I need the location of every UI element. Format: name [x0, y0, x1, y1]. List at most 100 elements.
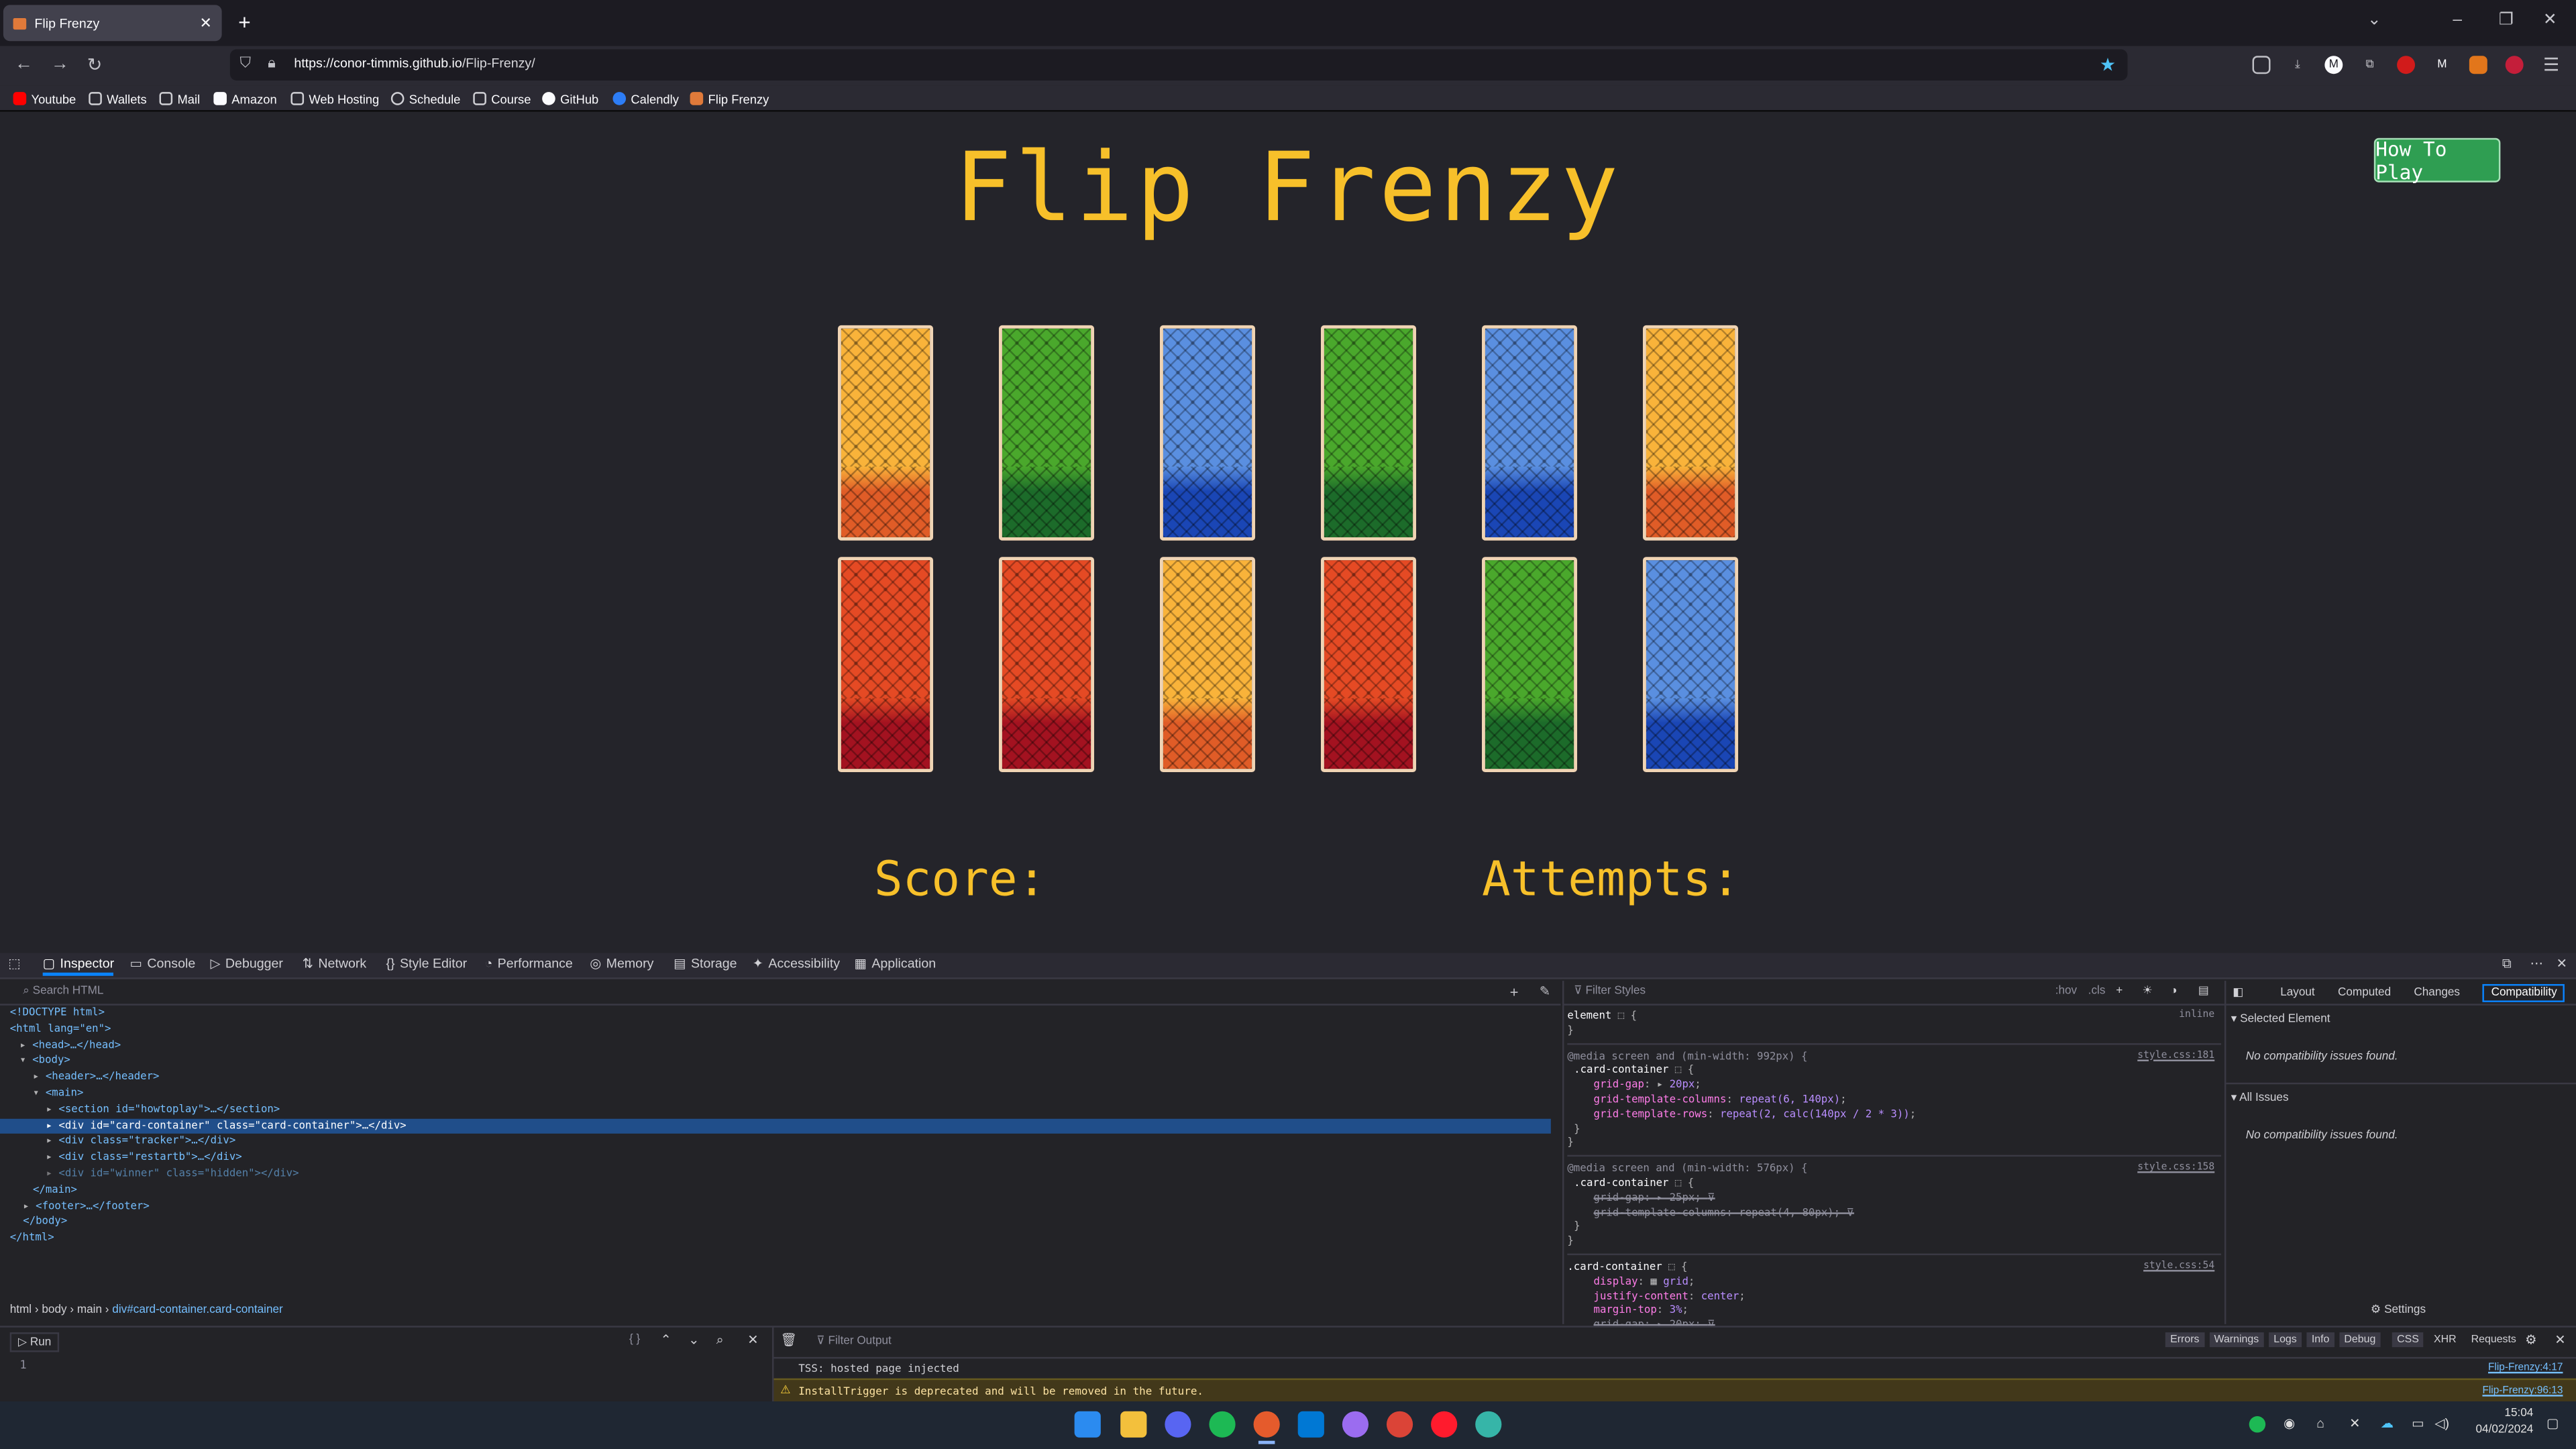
- css-declaration[interactable]: grid-template-columns: repeat(4, 80px); …: [1567, 1205, 2221, 1220]
- firefox-icon[interactable]: [1253, 1411, 1280, 1438]
- bookmark-wallets[interactable]: Wallets: [89, 89, 147, 108]
- settings-link[interactable]: ⚙ Settings: [2371, 1303, 2426, 1316]
- card-blue[interactable]: [1643, 557, 1739, 773]
- card-orange[interactable]: [1159, 557, 1256, 773]
- cls-toggle[interactable]: .cls: [2088, 985, 2106, 1000]
- card-orange[interactable]: [837, 325, 934, 541]
- filter-output-input[interactable]: ⊽ Filter Output: [816, 1334, 892, 1347]
- css-declaration[interactable]: grid-template-columns: repeat(6, 140px);: [1567, 1093, 2221, 1108]
- tab-inspector[interactable]: ▢ Inspector: [42, 956, 115, 976]
- back-icon[interactable]: ←: [15, 54, 33, 74]
- rule-source[interactable]: style.css:54: [2143, 1260, 2214, 1275]
- reload-icon[interactable]: ↻: [87, 54, 103, 75]
- cloud-tray-icon[interactable]: ☁: [2381, 1416, 2394, 1431]
- tab-network[interactable]: ⇅ Network: [303, 956, 367, 971]
- close-devtools-icon[interactable]: ✕: [2557, 956, 2567, 971]
- bookmark-calendly[interactable]: Calendly: [612, 89, 679, 108]
- card-blue[interactable]: [1481, 325, 1578, 541]
- message-source-link[interactable]: Flip-Frenzy:4:17: [2488, 1362, 2563, 1373]
- menu-icon[interactable]: ☰: [2543, 54, 2559, 75]
- filter-errors[interactable]: Errors: [2165, 1332, 2204, 1348]
- tab-style-editor[interactable]: {} Style Editor: [386, 956, 468, 971]
- card-blue[interactable]: [1159, 325, 1256, 541]
- tree-node-selected[interactable]: ▸ <div id="card-container" class="card-c…: [0, 1118, 1551, 1134]
- close-split-console-icon[interactable]: ✕: [2555, 1332, 2565, 1347]
- filter-styles-input[interactable]: ⊽ Filter Styles :hov .cls + ☀ ◑ ▤: [1564, 981, 2224, 1006]
- tree-node[interactable]: ▸ <footer>…</footer>: [10, 1199, 1561, 1215]
- tab-compatibility[interactable]: Compatibility: [2483, 983, 2565, 1002]
- chrome-icon[interactable]: [1386, 1411, 1413, 1438]
- pretty-print-icon[interactable]: { }: [629, 1334, 640, 1346]
- css-declaration[interactable]: grid-template-rows: repeat(2, calc(140px…: [1567, 1107, 2221, 1122]
- clock-date[interactable]: 04/02/2024: [2459, 1424, 2534, 1436]
- print-media-icon[interactable]: ▤: [2198, 985, 2209, 1000]
- breadcrumb-item[interactable]: main: [77, 1305, 102, 1316]
- notifications-icon[interactable]: ▢: [2546, 1416, 2559, 1431]
- bookmark-amazon[interactable]: Amazon: [213, 89, 277, 108]
- card-green[interactable]: [1320, 325, 1417, 541]
- forward-icon[interactable]: →: [51, 54, 69, 74]
- tab-storage[interactable]: ▤ Storage: [674, 956, 737, 971]
- filter-requests[interactable]: Requests: [2466, 1332, 2521, 1347]
- breadcrumb-item[interactable]: html: [10, 1305, 32, 1316]
- clock-time[interactable]: 15:04: [2464, 1408, 2533, 1419]
- css-declaration[interactable]: justify-content: center;: [1567, 1289, 2221, 1303]
- tab-layout[interactable]: Layout: [2280, 987, 2315, 998]
- breadcrumb-item[interactable]: div#card-container.card-container: [112, 1305, 282, 1316]
- search-console-icon[interactable]: ⌕: [716, 1332, 724, 1348]
- card-red[interactable]: [998, 557, 1095, 773]
- volume-tray-icon[interactable]: ◁): [2434, 1416, 2449, 1431]
- eyedropper-icon[interactable]: ✎: [1540, 984, 1550, 999]
- opera-gx-icon[interactable]: [1431, 1411, 1458, 1438]
- card-green[interactable]: [1481, 557, 1578, 773]
- tree-node[interactable]: <html lang="en">: [10, 1022, 1561, 1038]
- url-text[interactable]: https://conor-timmis.github.io/Flip-Fren…: [294, 56, 535, 70]
- filter-info[interactable]: Info: [2306, 1332, 2334, 1348]
- tab-performance[interactable]: ◔ Performance: [484, 956, 572, 971]
- trash-icon[interactable]: 🗑︎: [780, 1332, 797, 1347]
- css-declaration[interactable]: margin-top: 3%;: [1567, 1303, 2221, 1318]
- add-rule-icon[interactable]: +: [2116, 985, 2123, 1000]
- message-source-link[interactable]: Flip-Frenzy:96:13: [2482, 1385, 2563, 1397]
- minimize-icon[interactable]: –: [2453, 11, 2462, 30]
- light-scheme-icon[interactable]: ☀: [2142, 985, 2152, 1000]
- filter-css[interactable]: CSS: [2392, 1332, 2424, 1348]
- css-declaration[interactable]: grid-gap: ▸ 25px; ⊽: [1567, 1191, 2221, 1205]
- bookmark-flip-frenzy[interactable]: Flip Frenzy: [690, 89, 769, 108]
- bookmark-web-hosting[interactable]: Web Hosting: [290, 89, 379, 108]
- file-explorer-icon[interactable]: [1120, 1411, 1147, 1438]
- tree-node[interactable]: </html>: [10, 1231, 1561, 1247]
- toggle-sidebar-icon[interactable]: ◧: [2233, 985, 2243, 999]
- edge-icon[interactable]: [1475, 1411, 1502, 1438]
- extensions-icon[interactable]: ⧉: [2361, 56, 2379, 74]
- card-red[interactable]: [1320, 557, 1417, 773]
- tree-node[interactable]: </main>: [10, 1183, 1561, 1199]
- card-green[interactable]: [998, 325, 1095, 541]
- close-tab-icon[interactable]: ✕: [199, 14, 211, 32]
- tab-memory[interactable]: ◎ Memory: [590, 956, 653, 971]
- selected-element-section[interactable]: ▾ Selected Element: [2231, 1012, 2330, 1025]
- restore-icon[interactable]: ❐: [2499, 11, 2514, 30]
- tab-accessibility[interactable]: ✦ Accessibility: [753, 956, 840, 971]
- bookmark-schedule[interactable]: Schedule: [390, 89, 460, 108]
- bookmark-course[interactable]: Course: [473, 89, 531, 108]
- tab-console[interactable]: ▭ Console: [129, 956, 195, 971]
- tree-node[interactable]: ▸ <div class="tracker">…</div>: [10, 1134, 1561, 1150]
- css-declaration[interactable]: display: ▦ grid;: [1567, 1275, 2221, 1289]
- network-tray-icon[interactable]: ⌂: [2316, 1416, 2324, 1431]
- bookmark-github[interactable]: GitHub: [542, 89, 598, 108]
- extension-red-icon[interactable]: [2397, 56, 2416, 74]
- start-icon[interactable]: [1074, 1411, 1101, 1438]
- list-all-tabs-icon[interactable]: ⌄: [2367, 11, 2381, 30]
- close-editor-icon[interactable]: ✕: [747, 1332, 758, 1347]
- new-tab-button[interactable]: +: [238, 10, 251, 35]
- tab-computed[interactable]: Computed: [2338, 987, 2391, 998]
- display-tray-icon[interactable]: ▭: [2412, 1416, 2424, 1431]
- dock-icon[interactable]: ⧉: [2502, 956, 2512, 972]
- lock-icon[interactable]: 🔒︎: [268, 54, 276, 72]
- bookmark-star-icon[interactable]: ★: [2100, 54, 2116, 75]
- all-issues-section[interactable]: ▾ All Issues: [2231, 1091, 2289, 1104]
- rule-source[interactable]: style.css:181: [2137, 1049, 2214, 1064]
- filter-xhr[interactable]: XHR: [2429, 1332, 2461, 1347]
- tree-node[interactable]: ▾ <main>: [10, 1086, 1561, 1102]
